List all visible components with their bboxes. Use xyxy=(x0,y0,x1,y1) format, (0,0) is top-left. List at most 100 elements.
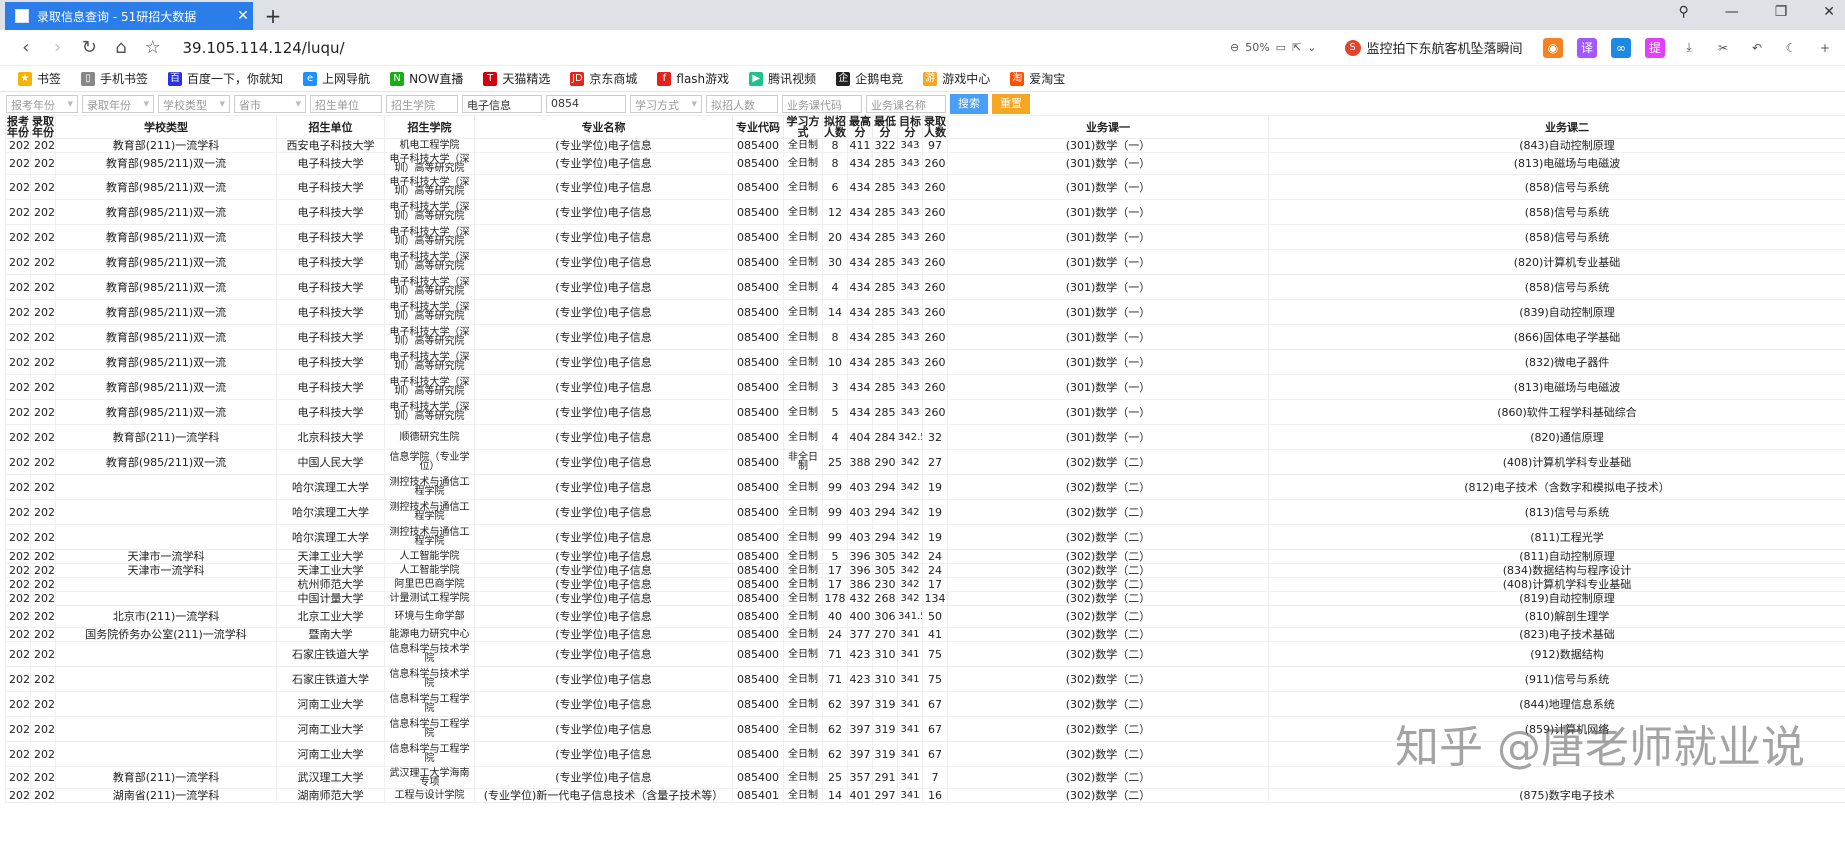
filter-input[interactable]: 业务课名称 xyxy=(866,95,946,113)
bookmark-item[interactable]: 企企鹅电竞 xyxy=(836,70,903,87)
filter-input[interactable]: 业务课代码 xyxy=(782,95,862,113)
table-row[interactable]: 20222021教育部(985/211)双一流电子科技大学电子科技大学（深圳）高… xyxy=(5,399,1845,425)
table-row[interactable]: 20222021天津市一流学科天津工业大学人工智能学院(专业学位)电子信息085… xyxy=(5,563,1845,578)
dropdown-icon[interactable]: ⌄ xyxy=(1307,41,1316,54)
minimize-button[interactable]: — xyxy=(1725,4,1739,20)
table-row[interactable]: 20222021 河南工业大学信息科学与工程学院(专业学位)电子信息085400全… xyxy=(5,716,1845,742)
cut-icon[interactable]: ✂ xyxy=(1713,38,1733,58)
bookmark-item[interactable]: e 上网导航 xyxy=(303,70,370,87)
table-row[interactable]: 20222021教育部(985/211)双一流电子科技大学电子科技大学（深圳）高… xyxy=(5,374,1845,400)
table-row[interactable]: 20222021湖南省(211)一流学科湖南师范大学工程与设计学院(专业学位)新… xyxy=(5,788,1845,803)
column-header[interactable]: 招生学院 xyxy=(384,115,475,139)
filter-input[interactable]: 电子信息 xyxy=(462,95,542,113)
table-row[interactable]: 20222021教育部(211)一流学科西安电子科技大学机电工程学院(专业学位)… xyxy=(5,138,1845,153)
column-header[interactable]: 录取人数 xyxy=(922,115,948,139)
table-row[interactable]: 20222021教育部(985/211)双一流电子科技大学电子科技大学（深圳）高… xyxy=(5,324,1845,350)
table-row[interactable]: 20222021 河南工业大学信息科学与工程学院(专业学位)电子信息085400全… xyxy=(5,741,1845,767)
column-header[interactable]: 业务课二 xyxy=(1268,115,1845,139)
column-header[interactable]: 最低分 xyxy=(872,115,898,139)
table-row[interactable]: 20222021教育部(211)一流学科北京科技大学顺德研究生院(专业学位)电子… xyxy=(5,424,1845,450)
home-button[interactable]: ⌂ xyxy=(105,37,137,58)
table-row[interactable]: 20222021北京市(211)一流学科北京工业大学环境与生命学部(专业学位)电… xyxy=(5,605,1845,628)
column-header[interactable]: 专业代码 xyxy=(732,115,784,139)
night-mode-icon[interactable]: ☾ xyxy=(1781,38,1801,58)
reload-button[interactable]: ↻ xyxy=(73,37,105,58)
table-row[interactable]: 20222021教育部(985/211)双一流电子科技大学电子科技大学（深圳）高… xyxy=(5,349,1845,375)
filter-input[interactable]: 招生单位 xyxy=(310,95,382,113)
column-header[interactable]: 录取年份 xyxy=(30,115,56,139)
table-row[interactable]: 20222021 哈尔滨理工大学测控技术与通信工程学院(专业学位)电子信息0854… xyxy=(5,474,1845,500)
table-row[interactable]: 20222021教育部(985/211)双一流电子科技大学电子科技大学（深圳）高… xyxy=(5,174,1845,200)
filter-input[interactable]: 拟招人数 xyxy=(706,95,778,113)
table-row[interactable]: 20222021教育部(985/211)双一流电子科技大学电子科技大学（深圳）高… xyxy=(5,199,1845,225)
forward-button[interactable]: › xyxy=(42,37,74,58)
table-row[interactable]: 20222021 石家庄铁道大学信息科学与技术学院(专业学位)电子信息085400… xyxy=(5,666,1845,692)
restore-button[interactable]: ❐ xyxy=(1775,4,1788,20)
table-row[interactable]: 20222021教育部(985/211)双一流电子科技大学电子科技大学（深圳）高… xyxy=(5,274,1845,300)
new-tab-button[interactable]: + xyxy=(262,4,284,28)
table-row[interactable]: 20222021教育部(985/211)双一流电子科技大学电子科技大学（深圳）高… xyxy=(5,249,1845,275)
search-engine-icon[interactable]: S xyxy=(1344,39,1361,56)
column-header[interactable]: 拟招人数 xyxy=(822,115,848,139)
filter-select[interactable]: 报考年份 xyxy=(6,95,78,113)
ti-icon[interactable]: 提 xyxy=(1645,37,1666,58)
bookmark-item[interactable]: JD 京东商城 xyxy=(570,70,637,87)
table-row[interactable]: 20222021教育部(985/211)双一流中国人民大学信息学院（专业学位）(… xyxy=(5,449,1845,475)
pin-icon[interactable]: ⚲ xyxy=(1678,4,1688,20)
share-icon[interactable]: ⇱ xyxy=(1292,41,1301,54)
filter-select[interactable]: 学校类型 xyxy=(158,95,230,113)
table-row[interactable]: 20222021 中国计量大学计量测试工程学院(专业学位)电子信息085400全日… xyxy=(5,591,1845,606)
bookmark-star-icon[interactable]: ☆ xyxy=(137,37,169,58)
bookmark-item[interactable]: T 天猫精选 xyxy=(483,70,550,87)
table-row[interactable]: 20222021 河南工业大学信息科学与工程学院(专业学位)电子信息085400全… xyxy=(5,691,1845,717)
column-header[interactable]: 学习方式 xyxy=(783,115,823,139)
column-header[interactable]: 目标分 xyxy=(897,115,923,139)
table-row[interactable]: 20222021 哈尔滨理工大学测控技术与通信工程学院(专业学位)电子信息0854… xyxy=(5,499,1845,525)
back-button[interactable]: ‹ xyxy=(10,37,42,58)
table-row[interactable]: 20222021 石家庄铁道大学信息科学与技术学院(专业学位)电子信息085400… xyxy=(5,641,1845,667)
bookmark-item[interactable]: f flash游戏 xyxy=(657,70,729,87)
table-row[interactable]: 20222021教育部(985/211)双一流电子科技大学电子科技大学（深圳）高… xyxy=(5,224,1845,250)
column-header[interactable]: 报考年份 xyxy=(5,115,31,139)
bookmark-item[interactable]: 游游戏中心 xyxy=(923,70,990,87)
menu-plus-icon[interactable]: + xyxy=(1815,38,1835,58)
infinity-icon[interactable]: ∞ xyxy=(1611,37,1632,58)
bookmark-item[interactable]: ★ 书签 xyxy=(18,70,61,87)
search-button[interactable]: 搜索 xyxy=(950,94,988,114)
table-row[interactable]: 20222021教育部(211)一流学科武汉理工大学武汉理工大学海南专项(专业学… xyxy=(5,766,1845,789)
reset-button[interactable]: 重置 xyxy=(992,94,1030,114)
tab-close-icon[interactable]: ✕ xyxy=(233,8,253,24)
filter-input[interactable]: 0854 xyxy=(546,95,626,113)
filter-select[interactable]: 录取年份 xyxy=(82,95,154,113)
table-row[interactable]: 20222021天津市一流学科天津工业大学人工智能学院(专业学位)电子信息085… xyxy=(5,549,1845,564)
zoom-indicator[interactable]: ⊖ 50% ▭ ⇱ ⌄ xyxy=(1230,41,1317,54)
translate-icon[interactable]: 译 xyxy=(1577,37,1598,58)
bookmark-item[interactable]: ▶ 腾讯视频 xyxy=(749,70,816,87)
bookmark-item[interactable]: 淘爱淘宝 xyxy=(1010,70,1065,87)
table-row[interactable]: 20222021 哈尔滨理工大学测控技术与通信工程学院(专业学位)电子信息0854… xyxy=(5,524,1845,550)
filter-input[interactable]: 招生学院 xyxy=(386,95,458,113)
undo-icon[interactable]: ↶ xyxy=(1747,38,1767,58)
table-row[interactable]: 20222021国务院侨务办公室(211)一流学科暨南大学能源电力研究中心(专业… xyxy=(5,627,1845,642)
column-header[interactable]: 业务课一 xyxy=(947,115,1269,139)
bookmark-item[interactable]: N NOW直播 xyxy=(390,70,463,87)
game-extension-icon[interactable]: ◉ xyxy=(1543,37,1564,58)
table-row[interactable]: 20222021 杭州师范大学阿里巴巴商学院(专业学位)电子信息085400全日制… xyxy=(5,577,1845,592)
active-tab[interactable]: 录取信息查询 - 51研招大数据 ✕ xyxy=(5,2,253,30)
bookmark-item[interactable]: ▯ 手机书签 xyxy=(81,70,148,87)
window-close-button[interactable]: ✕ xyxy=(1823,4,1835,20)
table-row[interactable]: 20222021教育部(985/211)双一流电子科技大学电子科技大学（深圳）高… xyxy=(5,299,1845,325)
search-box[interactable]: S 监控拍下东航客机坠落瞬间 ⌕ xyxy=(1344,38,1526,57)
url-field[interactable]: 39.105.114.124/luqu/ xyxy=(183,39,975,57)
table-row[interactable]: 20222021教育部(985/211)双一流电子科技大学电子科技大学（深圳）高… xyxy=(5,152,1845,175)
bookmark-item[interactable]: 百百度一下，你就知 xyxy=(168,70,283,87)
read-mode-icon[interactable]: ▭ xyxy=(1276,41,1286,54)
column-header[interactable]: 学校类型 xyxy=(55,115,277,139)
column-header[interactable]: 招生单位 xyxy=(276,115,385,139)
filter-select[interactable]: 学习方式 xyxy=(630,95,702,113)
download-icon[interactable]: ⤓ xyxy=(1679,38,1699,58)
filter-select[interactable]: 省市 xyxy=(234,95,306,113)
column-header[interactable]: 最高分 xyxy=(847,115,873,139)
table-cell: 5 xyxy=(822,549,848,564)
column-header[interactable]: 专业名称 xyxy=(474,115,733,139)
